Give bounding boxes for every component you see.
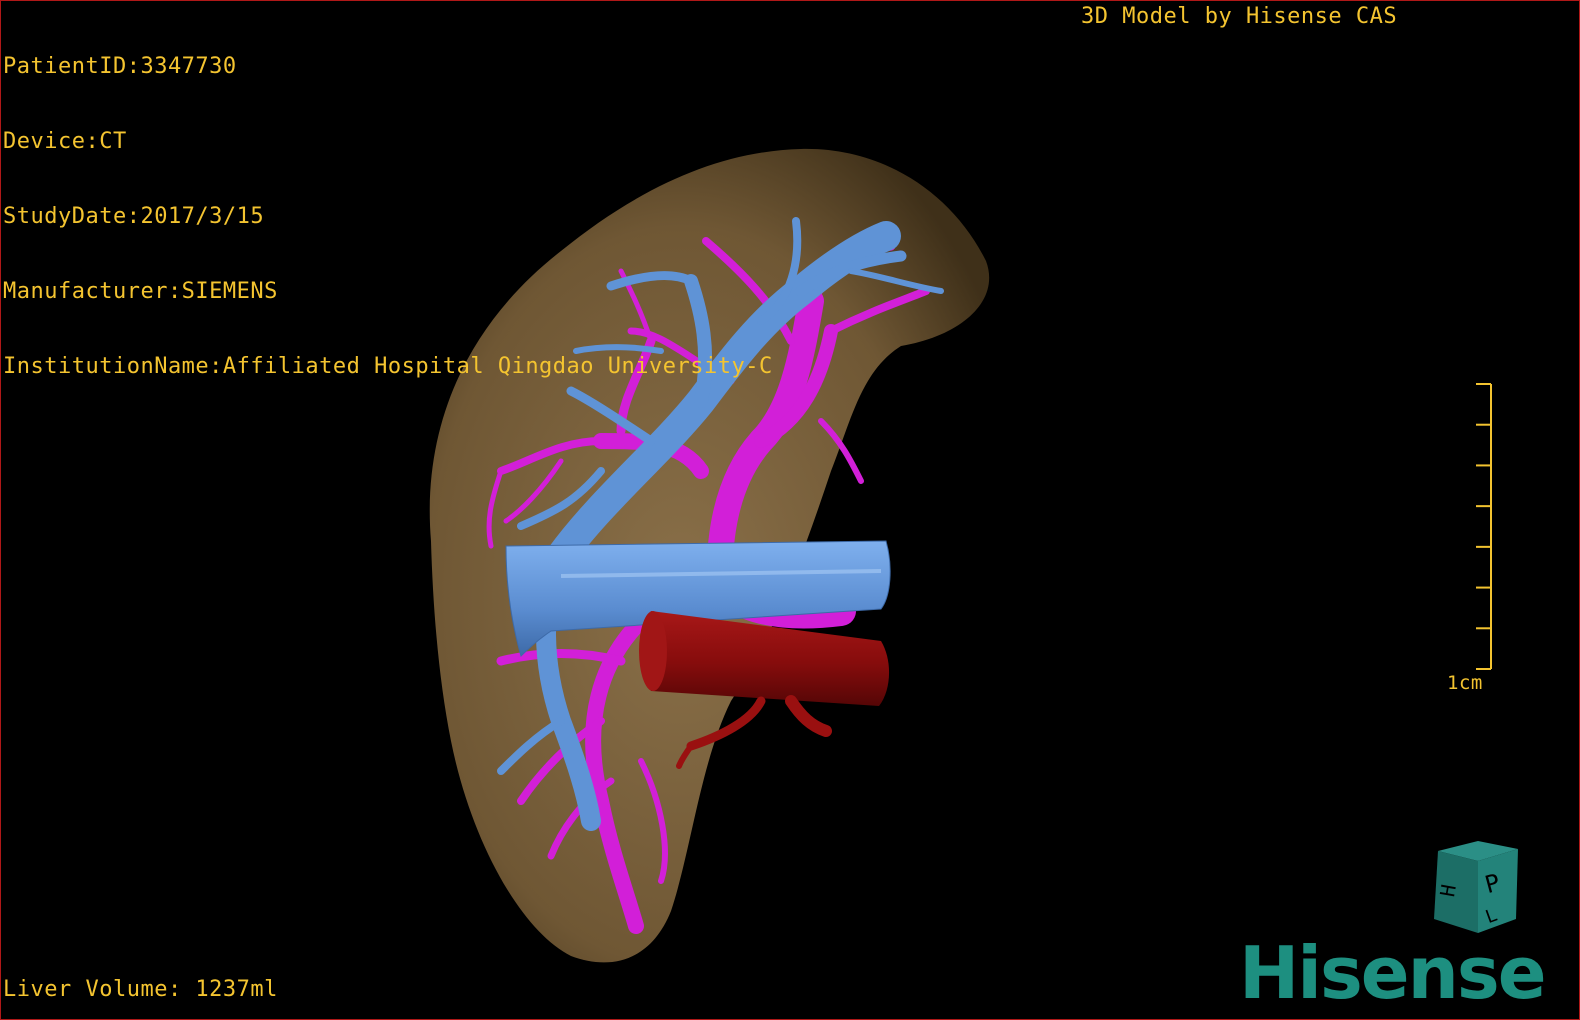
- 3d-viewport[interactable]: H P L PatientID:3347730 Device:CT StudyD…: [0, 0, 1580, 1020]
- device: Device:CT: [3, 129, 127, 154]
- institution-name: InstitutionName:Affiliated Hospital Qing…: [3, 354, 773, 379]
- liver-volume: Liver Volume: 1237ml: [3, 977, 278, 1002]
- manufacturer: Manufacturer:SIEMENS: [3, 279, 278, 304]
- hisense-logo: Hisense: [1239, 931, 1547, 1015]
- model-credit: 3D Model by Hisense CAS: [1081, 4, 1398, 29]
- scale-bar: [1476, 383, 1492, 670]
- dicom-info-panel: PatientID:3347730 Device:CT StudyDate:20…: [3, 4, 773, 429]
- patient-id: PatientID:3347730: [3, 54, 237, 79]
- orientation-cube-icon: H P L: [1434, 841, 1518, 933]
- study-date: StudyDate:2017/3/15: [3, 204, 265, 229]
- scale-bar-label: 1cm: [1447, 672, 1483, 694]
